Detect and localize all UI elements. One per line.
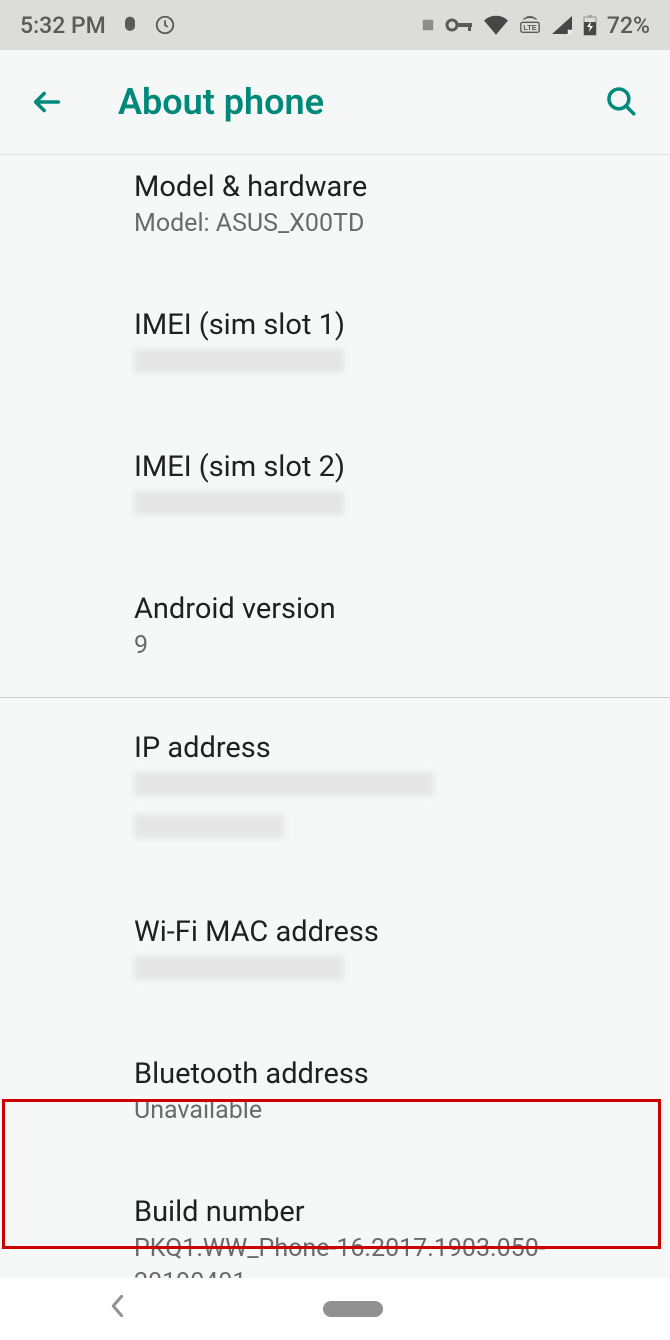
imei-slot2-item[interactable]: IMEI (sim slot 2): [0, 435, 670, 539]
vpn-key-icon: [445, 16, 473, 34]
battery-percent: 72%: [607, 12, 650, 39]
status-bar: 5:32 PM LTE 72%: [0, 0, 670, 50]
model-hardware-item[interactable]: Model & hardware Model: ASUS_X00TD: [0, 155, 670, 255]
nav-home-pill[interactable]: [323, 1301, 383, 1317]
volte-icon: LTE: [519, 14, 541, 36]
item-title: Model & hardware: [134, 169, 670, 205]
item-subtitle-redacted: [134, 952, 670, 990]
nfc-icon: [421, 18, 435, 32]
item-title: IP address: [134, 730, 670, 766]
nav-back-icon[interactable]: [110, 1294, 126, 1325]
item-title: Build number: [134, 1194, 600, 1230]
status-time: 5:32 PM: [20, 12, 106, 39]
item-title: Wi-Fi MAC address: [134, 914, 670, 950]
settings-list: Model & hardware Model: ASUS_X00TD IMEI …: [0, 155, 670, 1314]
item-title: IMEI (sim slot 2): [134, 449, 670, 485]
item-title: Bluetooth address: [134, 1056, 670, 1092]
wifi-mac-item[interactable]: Wi-Fi MAC address: [0, 900, 670, 1004]
item-subtitle: Unavailable: [134, 1094, 670, 1128]
item-subtitle-redacted: [134, 487, 670, 525]
back-arrow-icon[interactable]: [30, 85, 64, 119]
ip-address-item[interactable]: IP address: [0, 716, 670, 862]
app-notification-icon: [120, 15, 140, 35]
svg-text:LTE: LTE: [523, 23, 536, 32]
navigation-bar: [0, 1278, 670, 1340]
item-title: IMEI (sim slot 1): [134, 307, 670, 343]
item-subtitle: 9: [134, 629, 670, 663]
item-subtitle-redacted: [134, 345, 670, 383]
bluetooth-address-item[interactable]: Bluetooth address Unavailable: [0, 1042, 670, 1142]
battery-charging-icon: [583, 14, 597, 36]
search-icon[interactable]: [604, 84, 640, 120]
app-bar: About phone: [0, 50, 670, 155]
item-title: Android version: [134, 591, 670, 627]
page-title: About phone: [118, 81, 604, 123]
item-subtitle: Model: ASUS_X00TD: [134, 207, 670, 241]
item-subtitle-redacted: [134, 768, 670, 848]
signal-icon: [551, 15, 573, 35]
wifi-icon: [483, 15, 509, 35]
android-version-item[interactable]: Android version 9: [0, 577, 670, 677]
imei-slot1-item[interactable]: IMEI (sim slot 1): [0, 293, 670, 397]
app-notification-icon-2: [154, 14, 176, 36]
